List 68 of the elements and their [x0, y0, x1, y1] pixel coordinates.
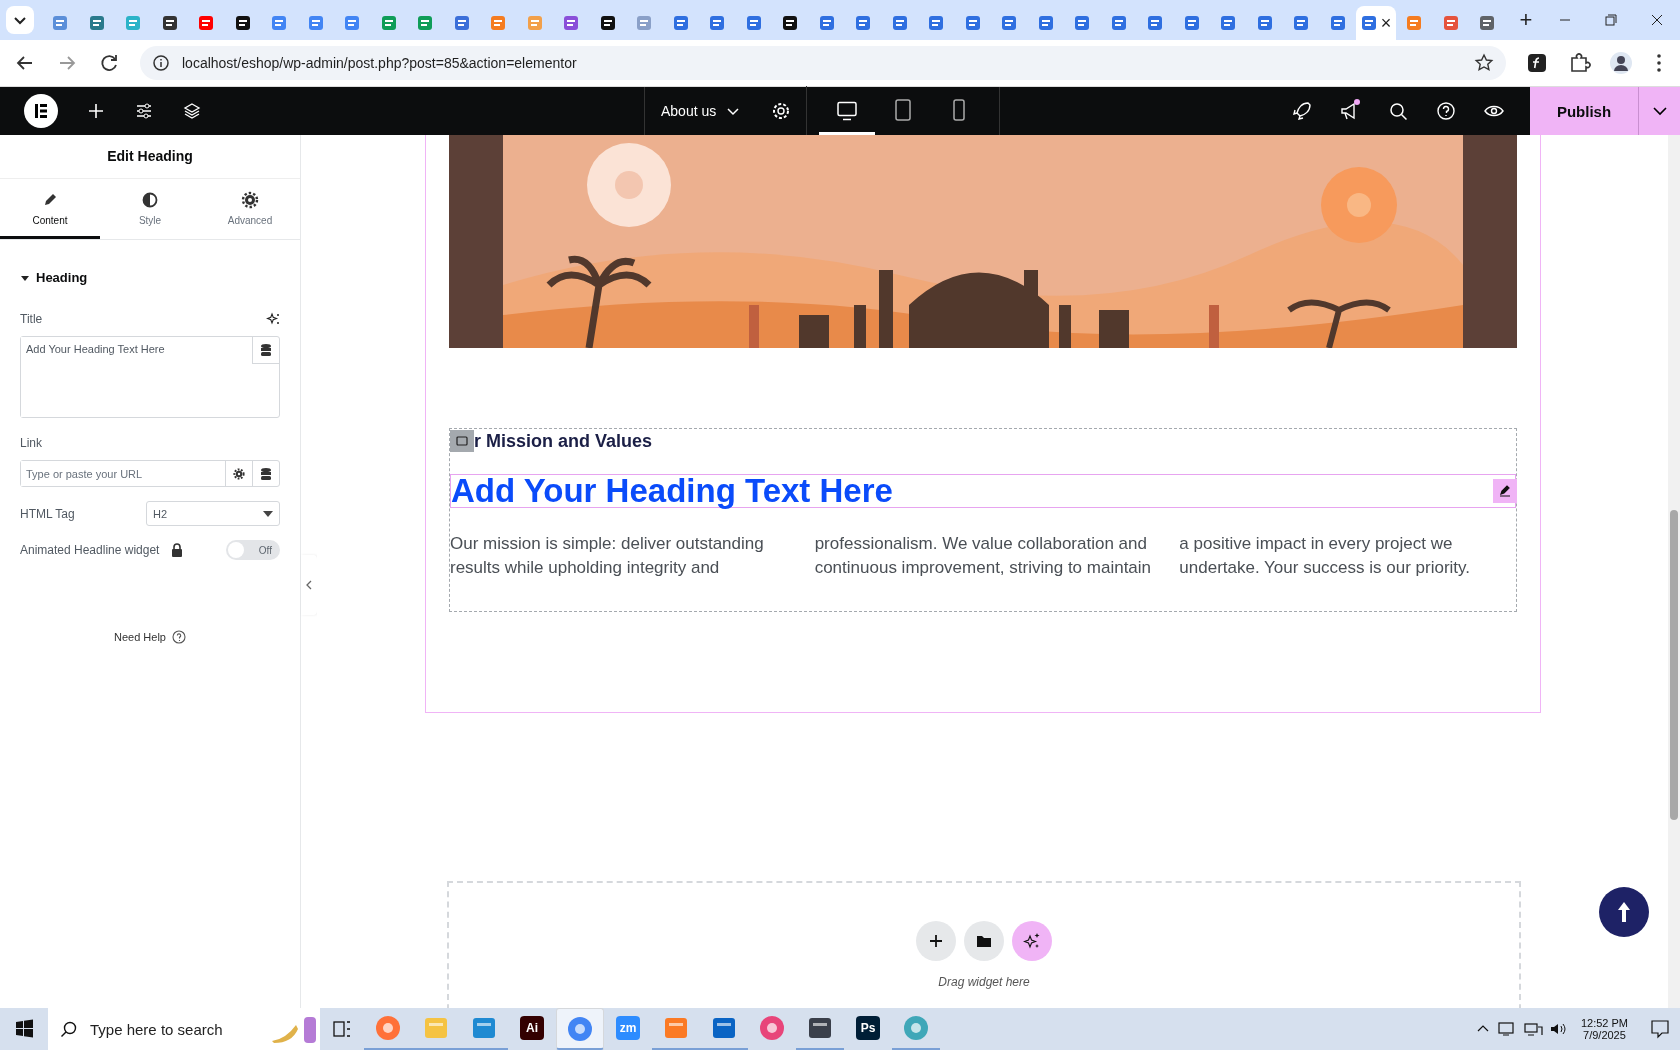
search-input[interactable]: Type here to search: [88, 1019, 258, 1039]
field-label: Animated Headline widget: [20, 543, 160, 557]
toggle-switch[interactable]: Off: [226, 540, 280, 560]
back-to-top-button[interactable]: [1599, 887, 1649, 937]
add-icon[interactable]: [86, 101, 106, 121]
add-section-button[interactable]: [916, 921, 956, 961]
square-icon: [456, 436, 468, 446]
browser-tab[interactable]: ×: [1356, 6, 1396, 40]
app-icon: Ai: [520, 1016, 544, 1040]
database-icon: [260, 343, 272, 357]
volume-icon[interactable]: [1548, 1021, 1569, 1037]
new-tab-button[interactable]: +: [1509, 7, 1543, 33]
clock[interactable]: 12:52 PM 7/9/2025: [1574, 1017, 1634, 1041]
heading-text: r Mission and Values: [474, 430, 653, 452]
page-selector[interactable]: About us: [645, 103, 757, 119]
field-label: Title: [20, 312, 43, 326]
scrollbar[interactable]: [1668, 135, 1680, 1008]
panel-tab[interactable]: Advanced: [200, 179, 300, 239]
tab-search-icon[interactable]: [6, 6, 34, 34]
paragraph-text: Our mission is simple: deliver outstanding results while upholding integrity and professionalism. We value collaboration and continuous improvement, striving to maintain a positive impact in every project we undertake. Your success is our priority.: [450, 533, 1472, 579]
ai-sparkle-icon[interactable]: [266, 312, 280, 326]
panel-tab[interactable]: Content: [0, 179, 100, 239]
field-label: Link: [20, 436, 43, 450]
search-icon: [60, 1020, 78, 1038]
caret-icon: [263, 510, 273, 517]
sliders-icon[interactable]: [134, 101, 154, 121]
bookmark-star-icon[interactable]: [1474, 53, 1494, 73]
need-help-link[interactable]: Need Help: [114, 630, 186, 644]
dynamic-tags-button[interactable]: [252, 337, 279, 364]
layers-icon[interactable]: [182, 101, 202, 121]
widget-handle[interactable]: [450, 430, 474, 452]
app-icon: zm: [616, 1016, 640, 1040]
lock-icon: [171, 543, 184, 557]
pencil-icon: [1499, 485, 1511, 497]
gear-icon: [241, 191, 259, 209]
address-field[interactable]: localhost/eshop/wp-admin/post.php?post=85&action=elementor: [140, 46, 1506, 80]
section-toggle[interactable]: Heading: [20, 270, 280, 285]
heading-text: Add Your Heading Text Here: [451, 475, 893, 507]
database-icon: [260, 466, 272, 481]
elementor-logo-icon[interactable]: [24, 94, 58, 128]
tablet-icon: [895, 98, 912, 121]
close-tab-button[interactable]: ×: [1380, 14, 1392, 32]
taskbar-app-button[interactable]: Ai: [508, 1008, 556, 1050]
add-icon: [929, 934, 943, 948]
display-icon[interactable]: [1496, 1021, 1517, 1037]
html-tag-dropdown[interactable]: H2: [146, 501, 280, 526]
panel-tab[interactable]: Style: [100, 179, 200, 239]
drop-hint-text: Drag widget here: [938, 975, 1030, 989]
link-field[interactable]: Type or paste your URL: [20, 460, 280, 487]
taskbar-app-button[interactable]: Ps: [844, 1008, 892, 1050]
arrow-up-icon: [1616, 900, 1632, 924]
mobile-icon: [953, 98, 966, 121]
folder-icon: [976, 934, 992, 948]
publish-button[interactable]: Publish: [1530, 87, 1638, 135]
taskbar-search-field[interactable]: Type here to search: [48, 1008, 320, 1050]
gear-icon: [233, 467, 245, 480]
half-circle-icon: [141, 191, 159, 209]
field-label: HTML Tag: [20, 506, 75, 521]
template-library-button[interactable]: [964, 921, 1004, 961]
info-icon: [152, 54, 170, 72]
panel-title: Edit Heading: [0, 135, 300, 179]
app-icon: Ps: [856, 1016, 880, 1040]
ai-generate-button[interactable]: [1012, 921, 1052, 961]
help-icon: [172, 630, 186, 644]
edit-widget-button[interactable]: [1493, 479, 1517, 503]
chevron-left-icon: [305, 580, 313, 590]
sparkle-icon: [1023, 932, 1041, 950]
network-icon[interactable]: [1522, 1021, 1543, 1037]
